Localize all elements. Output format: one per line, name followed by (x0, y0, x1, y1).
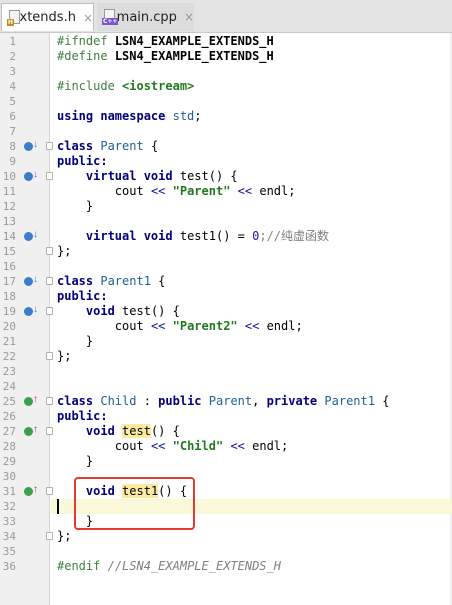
tab-main-cpp[interactable]: C++ main.cpp × (97, 3, 194, 31)
fold-icon[interactable] (46, 427, 53, 435)
code-line-5[interactable]: 5 (0, 94, 452, 109)
fold-icon[interactable] (46, 277, 53, 285)
editor-tab-bar: H Extends.h × C++ main.cpp × (0, 0, 452, 33)
code-line-21[interactable]: 21 } (0, 334, 452, 349)
code-line-33[interactable]: 33 } (0, 514, 452, 529)
code-line-34[interactable]: 34 }; (0, 529, 452, 544)
code-line-1[interactable]: 1 #ifndef LSN4_EXAMPLE_EXTENDS_H (0, 34, 452, 49)
code-line-7[interactable]: 7 (0, 124, 452, 139)
code-line-31[interactable]: 31 ↑ void test1() { (0, 484, 452, 499)
code-line-3[interactable]: 3 (0, 64, 452, 79)
code-line-2[interactable]: 2 #define LSN4_EXAMPLE_EXTENDS_H (0, 49, 452, 64)
code-line-11[interactable]: 11 cout << "Parent" << endl; (0, 184, 452, 199)
code-line-18[interactable]: 18 public: (0, 289, 452, 304)
code-line-27[interactable]: 27 ↑ void test() { (0, 424, 452, 439)
text-caret (57, 499, 59, 514)
annotation-highlight-box (74, 477, 195, 530)
code-line-9[interactable]: 9 public: (0, 154, 452, 169)
cpp-file-icon: C++ (102, 9, 119, 25)
overriding-icon[interactable]: ↑ (24, 484, 38, 498)
code-line-25[interactable]: 25 ↑ class Child : public Parent, privat… (0, 394, 452, 409)
code-line-15[interactable]: 15 }; (0, 244, 452, 259)
fold-icon[interactable] (46, 532, 53, 540)
overriding-icon[interactable]: ↑ (24, 394, 38, 408)
code-line-32[interactable]: 32 (0, 499, 452, 514)
overriding-icon[interactable]: ↑ (24, 424, 38, 438)
code-line-17[interactable]: 17 ↓ class Parent1 { (0, 274, 452, 289)
tab-extends-h[interactable]: H Extends.h × (1, 3, 94, 31)
code-line-22[interactable]: 22 }; (0, 349, 452, 364)
code-line-23[interactable]: 23 (0, 364, 452, 379)
code-line-30[interactable]: 30 (0, 469, 452, 484)
close-icon[interactable]: × (184, 10, 194, 24)
fold-icon[interactable] (46, 172, 53, 180)
code-line-4[interactable]: 4 #include <iostream> (0, 79, 452, 94)
tab-label: Extends.h (11, 10, 76, 25)
implemented-icon[interactable]: ↓ (24, 304, 38, 318)
code-line-28[interactable]: 28 cout << "Child" << endl; (0, 439, 452, 454)
implemented-icon[interactable]: ↓ (24, 169, 38, 183)
code-line-19[interactable]: 19 ↓ void test() { (0, 304, 452, 319)
code-line-6[interactable]: 6 using namespace std; (0, 109, 452, 124)
implemented-icon[interactable]: ↓ (24, 274, 38, 288)
fold-icon[interactable] (46, 352, 53, 360)
fold-icon[interactable] (46, 307, 53, 315)
code-line-24[interactable]: 24 (0, 379, 452, 394)
code-line-26[interactable]: 26 public: (0, 409, 452, 424)
code-line-36[interactable]: 36 #endif //LSN4_EXAMPLE_EXTENDS_H (0, 559, 452, 574)
fold-icon[interactable] (46, 142, 53, 150)
fold-icon[interactable] (46, 247, 53, 255)
tab-label: main.cpp (116, 9, 177, 25)
code-line-12[interactable]: 12 } (0, 199, 452, 214)
code-line-13[interactable]: 13 (0, 214, 452, 229)
code-line-8[interactable]: 8 ↓ class Parent { (0, 139, 452, 154)
fold-icon[interactable] (46, 397, 53, 405)
code-line-14[interactable]: 14 ↓ virtual void test1() = 0;//纯虚函数 (0, 229, 452, 244)
implemented-icon[interactable]: ↓ (24, 139, 38, 153)
implemented-icon[interactable]: ↓ (24, 229, 38, 243)
code-line-20[interactable]: 20 cout << "Parent2" << endl; (0, 319, 452, 334)
code-line-10[interactable]: 10 ↓ virtual void test() { (0, 169, 452, 184)
close-icon[interactable]: × (83, 11, 93, 25)
code-line-29[interactable]: 29 } (0, 454, 452, 469)
code-line-16[interactable]: 16 (0, 259, 452, 274)
fold-icon[interactable] (46, 487, 53, 495)
code-line-35[interactable]: 35 (0, 544, 452, 559)
